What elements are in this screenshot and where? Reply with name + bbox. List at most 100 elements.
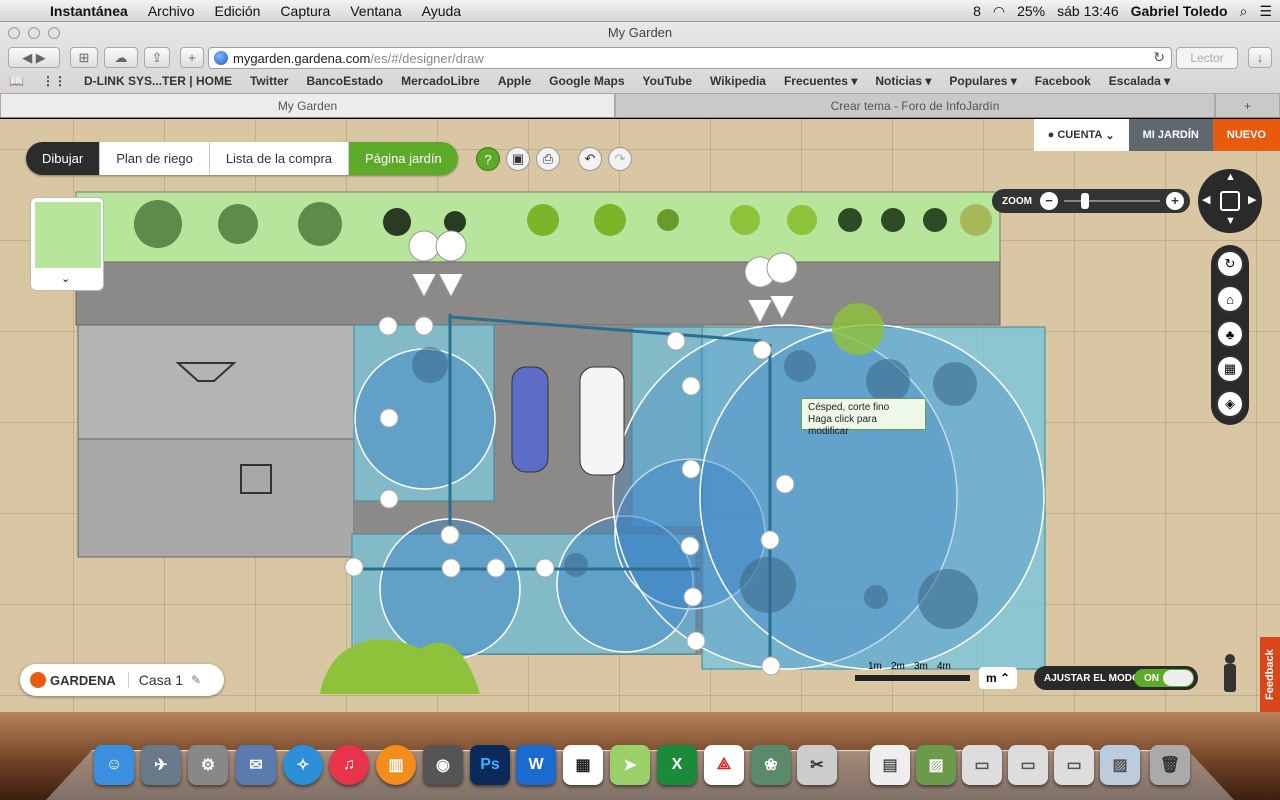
center-view-icon[interactable] — [1220, 191, 1240, 211]
sprinkler-head[interactable] — [752, 340, 772, 360]
zoom-slider-thumb[interactable] — [1081, 193, 1090, 209]
menu-ayuda[interactable]: Ayuda — [412, 3, 471, 19]
menu-edicion[interactable]: Edición — [205, 3, 271, 19]
pan-right-icon[interactable]: ▶ — [1248, 193, 1256, 206]
sprinkler-head[interactable] — [344, 557, 364, 577]
wifi-icon[interactable]: ◠ — [993, 3, 1005, 20]
bookmark-grid-icon[interactable]: ⋮⋮ — [33, 74, 75, 88]
pan-control[interactable]: ▲ ▼ ◀ ▶ — [1198, 169, 1262, 233]
shrub-icon[interactable] — [444, 211, 466, 233]
project-name[interactable]: Casa 1 — [127, 672, 183, 688]
battery-level[interactable]: 25% — [1017, 3, 1045, 19]
shrub-icon[interactable] — [787, 205, 817, 235]
user-name[interactable]: Gabriel Toledo — [1131, 3, 1228, 19]
document-thumbnail-icon[interactable]: ▭ — [1008, 745, 1048, 785]
sprinkler-head[interactable] — [535, 558, 555, 578]
rotate-icon[interactable]: ↻ — [1216, 250, 1244, 278]
zoom-out-button[interactable]: − — [1040, 192, 1058, 210]
bookmark-google-maps[interactable]: Google Maps — [540, 74, 633, 88]
mail-stamp-icon[interactable]: ✉ — [236, 745, 276, 785]
tab-my-garden[interactable]: My Garden — [0, 93, 615, 117]
tab-pagina-jardin[interactable]: Página jardín — [349, 142, 458, 175]
tab-lista-de-la-compra[interactable]: Lista de la compra — [209, 142, 350, 175]
sprinkler-head[interactable] — [775, 474, 795, 494]
sprinkler-head[interactable] — [441, 558, 461, 578]
pan-down-icon[interactable]: ▼ — [1225, 215, 1236, 227]
screenshot-thumbnail-icon[interactable]: ▭ — [962, 745, 1002, 785]
shrub-icon[interactable] — [218, 204, 258, 244]
bookmark-facebook[interactable]: Facebook — [1026, 74, 1100, 88]
download-icon[interactable]: ↓ — [1248, 47, 1272, 68]
url-bar[interactable]: mygarden.gardena.com/es/#/designer/draw … — [208, 47, 1172, 69]
tree-tool-icon[interactable]: ♣ — [1216, 320, 1244, 348]
document-thumbnail-icon[interactable]: ▭ — [1054, 745, 1094, 785]
system-preferences-icon[interactable]: ⚙ — [188, 745, 228, 785]
sprinkler-head[interactable] — [486, 558, 506, 578]
chevron-down-icon[interactable]: ⌄ — [61, 272, 70, 285]
shrub-icon[interactable] — [134, 200, 182, 248]
sprinkler-head[interactable] — [680, 536, 700, 556]
shrub-icon[interactable] — [832, 303, 884, 355]
spotlight-icon[interactable]: ⌕ — [1240, 3, 1248, 20]
pdf-document-icon[interactable]: ▤ — [870, 745, 910, 785]
my-garden-button[interactable]: MI JARDÍN — [1128, 119, 1213, 151]
photoshop-icon[interactable]: Ps — [470, 745, 510, 785]
clock[interactable]: sáb 13:46 — [1057, 3, 1119, 19]
zoom-slider-track[interactable] — [1064, 200, 1160, 202]
facetime-icon[interactable]: ◉ — [423, 745, 463, 785]
bookmark-bancoestado[interactable]: BancoEstado — [297, 74, 392, 88]
sprinkler-head[interactable] — [378, 316, 398, 336]
bookmark-mercadolibre[interactable]: MercadoLibre — [392, 74, 489, 88]
sprinkler-head[interactable] — [760, 530, 780, 550]
menu-ventana[interactable]: Ventana — [340, 3, 411, 19]
back-forward-buttons[interactable]: ◀ ▶ — [8, 47, 60, 68]
trash-icon[interactable]: 🗑 — [1150, 745, 1190, 785]
iphoto-icon[interactable]: ❀ — [751, 745, 791, 785]
unit-select[interactable]: m ⌃ — [979, 667, 1017, 689]
bookmark-frecuentes[interactable]: Frecuentes ▾ — [775, 74, 866, 88]
bookmark-youtube[interactable]: YouTube — [634, 74, 702, 88]
layers-icon[interactable]: ◈ — [1216, 390, 1244, 418]
pan-left-icon[interactable]: ◀ — [1202, 193, 1210, 206]
bookmark-populares[interactable]: Populares ▾ — [940, 74, 1025, 88]
tab-infojardin[interactable]: Crear tema - Foro de InfoJardín — [615, 93, 1215, 117]
sprinkler-head[interactable] — [414, 316, 434, 336]
undo-icon[interactable]: ↶ — [578, 147, 602, 171]
pan-up-icon[interactable]: ▲ — [1225, 171, 1236, 183]
menu-app-name[interactable]: Instantánea — [40, 3, 138, 19]
sprinkler-head[interactable] — [666, 331, 686, 351]
shrub-icon[interactable] — [298, 202, 342, 246]
notification-icon[interactable]: ☰ — [1259, 3, 1272, 20]
ibooks-icon[interactable]: ▥ — [376, 745, 416, 785]
shrub-icon[interactable] — [730, 205, 760, 235]
screenshot-icon[interactable]: ✂ — [797, 745, 837, 785]
acrobat-icon[interactable]: ⟁ — [704, 745, 744, 785]
shrub-icon[interactable] — [383, 208, 411, 236]
snap-mode-toggle[interactable]: ON — [1134, 669, 1194, 687]
redo-icon[interactable]: ↷ — [608, 147, 632, 171]
house-roof-upper[interactable] — [77, 324, 355, 440]
icloud-icon[interactable]: ☁ — [104, 47, 138, 68]
shrub-icon[interactable] — [594, 204, 626, 236]
menu-archivo[interactable]: Archivo — [138, 3, 205, 19]
word-icon[interactable]: W — [516, 745, 556, 785]
bookmark-twitter[interactable]: Twitter — [241, 74, 297, 88]
sprinkler-head[interactable] — [761, 656, 781, 676]
reader-button[interactable]: Lector — [1176, 47, 1238, 69]
calendar-icon[interactable]: ▦ — [563, 745, 603, 785]
sprinkler-head[interactable] — [681, 376, 701, 396]
launchpad-icon[interactable]: ✈ — [141, 745, 181, 785]
maps-icon[interactable]: ➤ — [610, 745, 650, 785]
itunes-icon[interactable]: ♫ — [329, 745, 369, 785]
zoom-in-button[interactable]: + — [1166, 192, 1184, 210]
shrub-icon[interactable] — [838, 208, 862, 232]
shrub-icon[interactable] — [527, 204, 559, 236]
help-button[interactable]: ? — [476, 147, 500, 171]
sprinkler-head[interactable] — [683, 587, 703, 607]
house-roof-lower[interactable] — [77, 438, 355, 558]
edit-icon[interactable]: ✎ — [191, 673, 201, 687]
house-icon[interactable]: ⌂ — [1216, 285, 1244, 313]
minimap-panel[interactable]: ⌄ — [30, 197, 104, 291]
bookmark-escalada[interactable]: Escalada ▾ — [1100, 74, 1179, 88]
bookmark-noticias[interactable]: Noticias ▾ — [866, 74, 940, 88]
